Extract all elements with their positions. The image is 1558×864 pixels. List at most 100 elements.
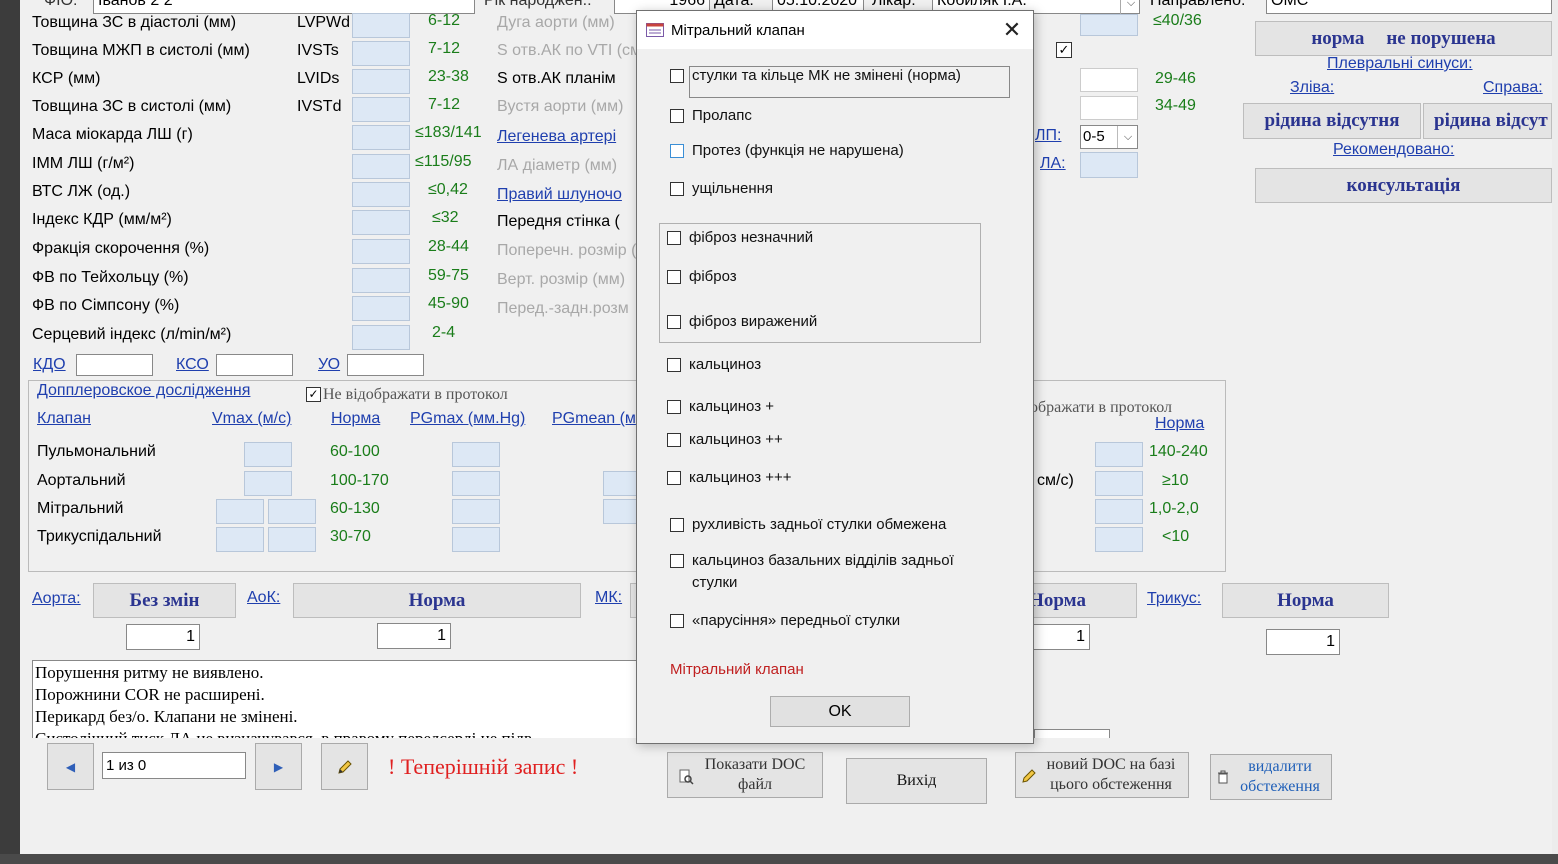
chevron-down-icon[interactable]: ⌵ — [1120, 0, 1141, 14]
exit-button[interactable]: Вихід — [846, 758, 987, 804]
right-link[interactable]: Справа: — [1483, 79, 1543, 97]
pgmean-input[interactable] — [603, 471, 637, 496]
checkbox-icon[interactable] — [667, 315, 681, 329]
hide-protocol-checkbox[interactable]: ✓ — [306, 387, 321, 402]
aorta-link[interactable]: Аорта: — [32, 590, 81, 608]
option-checkbox[interactable]: «парусіння» передньої стулки — [670, 612, 900, 632]
measure-input[interactable] — [352, 210, 410, 235]
pleura-status-button[interactable]: норма не порушена — [1255, 21, 1552, 56]
col-vmax[interactable]: Vmax (м/с) — [212, 410, 291, 428]
right-field-2[interactable] — [1080, 96, 1138, 120]
lp-link[interactable]: ЛП: — [1035, 127, 1061, 145]
tricus-link[interactable]: Трикус: — [1147, 590, 1201, 608]
vmax-input[interactable] — [268, 499, 316, 524]
recommended-link[interactable]: Рекомендовано: — [1333, 141, 1454, 159]
option-checkbox[interactable]: кальциноз + — [667, 398, 774, 418]
pgmax-input[interactable] — [452, 471, 500, 496]
measure-input[interactable] — [352, 325, 410, 350]
right-field-0[interactable] — [1080, 14, 1138, 36]
conclusion-textarea[interactable]: Порушення ритму не виявлено. Порожнини C… — [32, 660, 642, 740]
checkbox-icon[interactable] — [667, 433, 681, 447]
pgmax-input[interactable] — [452, 527, 500, 552]
checkbox-icon[interactable] — [667, 400, 681, 414]
la-field[interactable] — [1080, 152, 1138, 178]
aorta-button[interactable]: Без змін — [93, 583, 236, 618]
new-doc-button[interactable]: новий DOC на базі цього обстеження — [1015, 752, 1189, 798]
measure-input[interactable] — [352, 268, 410, 293]
tricus-number[interactable]: 1 — [1266, 629, 1340, 655]
fluid-right-button[interactable]: рідина відсут — [1423, 103, 1552, 139]
vmax-input[interactable] — [244, 471, 292, 496]
prev-record-button[interactable]: ◀ — [47, 743, 94, 790]
pulm-artery-link[interactable]: Легенева артері — [497, 128, 616, 146]
option-checkbox[interactable]: кальциноз — [667, 356, 761, 376]
right-field-1[interactable] — [1080, 68, 1138, 92]
measure-input[interactable] — [352, 69, 410, 94]
fio-input[interactable]: Іванов 2 2 — [93, 0, 475, 14]
next-record-button[interactable]: ▶ — [255, 743, 302, 790]
close-icon[interactable]: ✕ — [995, 15, 1029, 45]
measure-input[interactable] — [352, 296, 410, 321]
option-checkbox[interactable]: фіброз виражений — [667, 313, 817, 333]
pgmax-input[interactable] — [452, 442, 500, 467]
checkbox-icon[interactable] — [670, 554, 684, 568]
kdo-link[interactable]: КДО — [33, 356, 66, 374]
doppler-title[interactable]: Допплеровское дослідження — [37, 382, 250, 400]
col-norm[interactable]: Норма — [331, 410, 380, 428]
option-checkbox[interactable]: стулки та кільце МК не змінені (норма) — [670, 67, 961, 87]
vmax-input[interactable] — [268, 527, 316, 552]
measure-input[interactable] — [352, 182, 410, 207]
measure-input[interactable] — [352, 41, 410, 66]
left-link[interactable]: Зліва: — [1290, 79, 1334, 97]
mk-link[interactable]: МК: — [595, 589, 622, 607]
doppler-right-input[interactable] — [1095, 442, 1143, 467]
doppler-right-input[interactable] — [1095, 499, 1143, 524]
checkbox-icon[interactable] — [667, 471, 681, 485]
col-pgmax[interactable]: PGmax (мм.Hg) — [410, 410, 525, 428]
option-checkbox[interactable]: ущільнення — [670, 180, 773, 200]
checkbox-icon[interactable] — [670, 518, 684, 532]
right-ventricle-link[interactable]: Правий шлуночо — [497, 186, 622, 204]
option-checkbox[interactable]: фіброз незначний — [667, 229, 813, 249]
checkbox-icon[interactable] — [667, 358, 681, 372]
chevron-down-icon[interactable]: ⌵ — [1117, 126, 1138, 148]
measure-input[interactable] — [352, 13, 410, 38]
uo-input[interactable] — [347, 354, 424, 376]
delete-exam-button[interactable]: видалити обстеження — [1210, 754, 1332, 800]
show-doc-button[interactable]: Показати DOC файл — [667, 752, 823, 798]
col-norm-right[interactable]: Норма — [1155, 415, 1204, 433]
col-valve[interactable]: Клапан — [37, 410, 91, 428]
uo-link[interactable]: УО — [318, 356, 340, 374]
aok-number[interactable]: 1 — [377, 623, 451, 649]
checkbox-checked[interactable]: ✓ — [1056, 42, 1072, 58]
checkbox-icon[interactable] — [670, 144, 684, 158]
checkbox-icon[interactable] — [670, 109, 684, 123]
kso-link[interactable]: КСО — [176, 356, 209, 374]
option-checkbox[interactable]: Протез (функція не нарушена) — [670, 142, 904, 162]
la-link[interactable]: ЛА: — [1040, 155, 1066, 173]
checkbox-icon[interactable] — [667, 270, 681, 284]
kdo-input[interactable] — [76, 354, 153, 376]
col-pgmean[interactable]: PGmean (м — [552, 410, 636, 428]
measure-input[interactable] — [352, 125, 410, 150]
option-checkbox[interactable]: кальциноз ++ — [667, 431, 783, 451]
checkbox-icon[interactable] — [670, 614, 684, 628]
option-checkbox[interactable]: рухливість задньої стулки обмежена — [670, 516, 946, 536]
doppler-right-input[interactable] — [1095, 471, 1143, 496]
pgmax-input[interactable] — [452, 499, 500, 524]
edit-button[interactable] — [321, 743, 368, 790]
aok-link[interactable]: АоК: — [247, 589, 280, 607]
vmax-input[interactable] — [244, 442, 292, 467]
checkbox-icon[interactable] — [670, 182, 684, 196]
checkbox-icon[interactable] — [667, 231, 681, 245]
option-checkbox[interactable]: Пролапс — [670, 107, 752, 127]
pgmean-input[interactable] — [603, 499, 637, 524]
consultation-button[interactable]: консультація — [1255, 168, 1552, 203]
directed-input[interactable]: ОМС — [1266, 0, 1552, 14]
kso-input[interactable] — [216, 354, 293, 376]
record-counter[interactable]: 1 из 0 — [102, 752, 246, 779]
ok-button[interactable]: OK — [770, 696, 910, 727]
measure-input[interactable] — [352, 239, 410, 264]
aok-button[interactable]: Норма — [293, 583, 581, 618]
pleural-sinuses-link[interactable]: Плевральні синуси: — [1327, 55, 1473, 73]
